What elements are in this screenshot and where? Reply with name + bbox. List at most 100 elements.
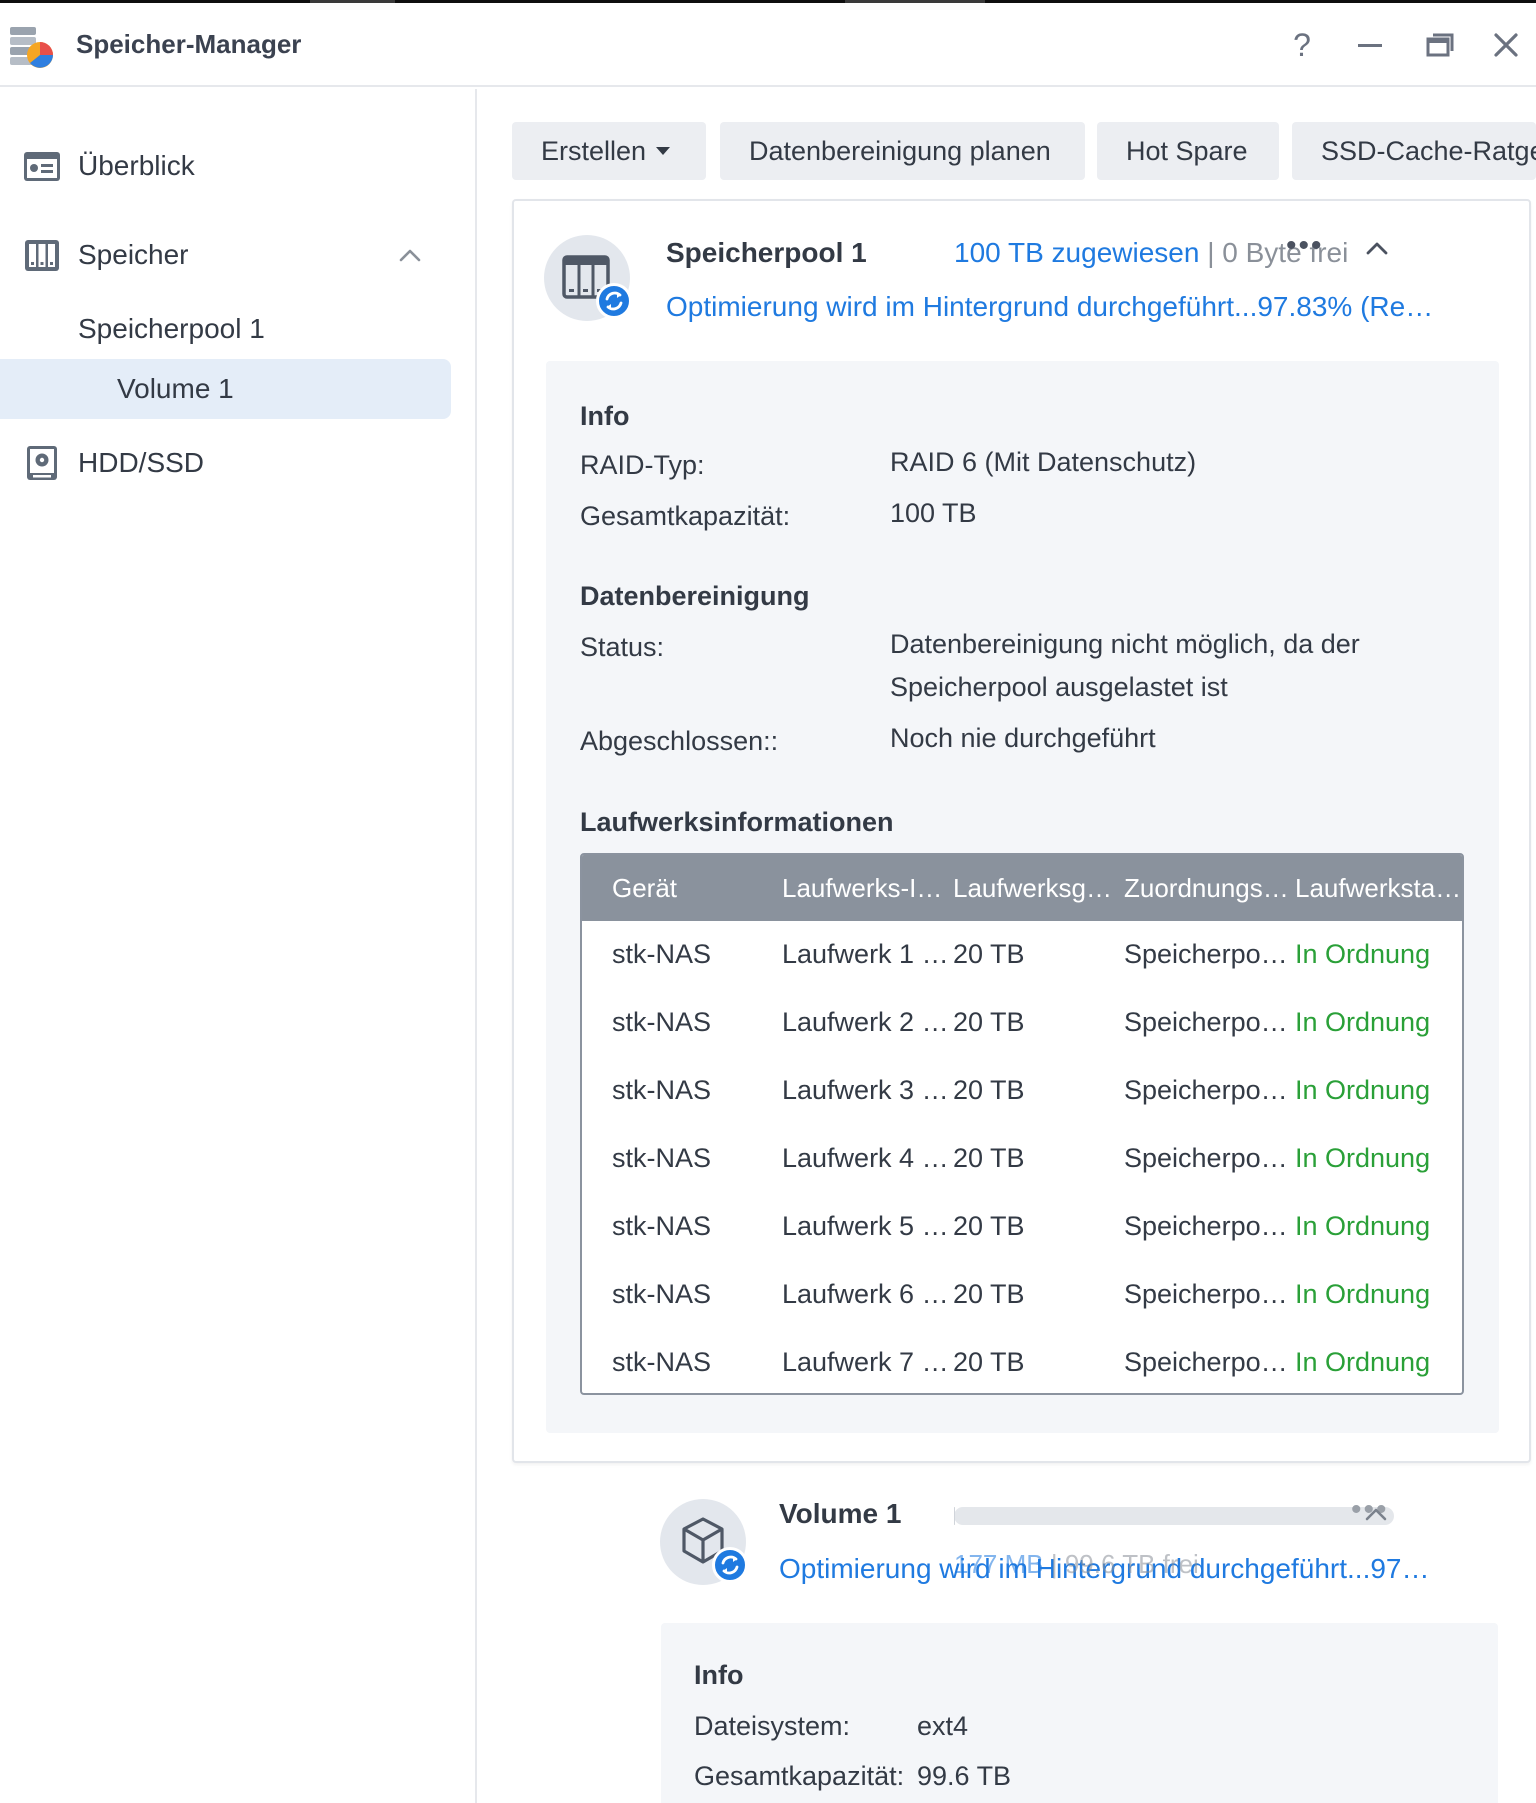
free-text: 99.6 TB frei — [1064, 1549, 1199, 1579]
more-options-icon[interactable]: ••• — [1286, 229, 1324, 263]
drive-size-cell: 20 TB — [953, 1075, 1025, 1105]
column-header[interactable]: Gerät — [612, 873, 677, 904]
title-bar: Speicher-Manager ? — [0, 3, 1536, 87]
drive-id-cell: Laufwerk 4 … — [782, 1143, 949, 1173]
allocation-cell: Speicherpo… — [1124, 1075, 1288, 1105]
restore-button[interactable] — [1420, 25, 1460, 65]
allocation-cell: Speicherpo… — [1124, 1347, 1288, 1377]
volume-usage-bar — [954, 1507, 1394, 1525]
drive-table-header: Gerät Laufwerks-I… Laufwerksg… Zuordnung… — [582, 855, 1462, 921]
chevron-up-icon[interactable] — [1364, 235, 1390, 261]
ssd-cache-advisor-label: SSD-Cache-Ratgeber — [1321, 135, 1536, 166]
total-capacity-value: 100 TB — [890, 498, 977, 528]
hot-spare-label: Hot Spare — [1126, 135, 1248, 166]
column-header[interactable]: Laufwerksta… — [1295, 873, 1461, 904]
sidebar-item-overview[interactable]: Überblick — [0, 136, 451, 196]
storage-pool-details: Info RAID-Typ: RAID 6 (Mit Datenschutz) … — [546, 361, 1499, 1433]
drive-info-heading: Laufwerksinformationen — [580, 807, 894, 837]
create-button-label: Erstellen — [541, 135, 647, 166]
column-header[interactable]: Laufwerks-I… — [782, 873, 942, 904]
drive-status-cell: In Ordnung — [1295, 1279, 1431, 1309]
column-header[interactable]: Laufwerksg… — [953, 873, 1112, 904]
device-cell: stk-NAS — [612, 1347, 712, 1377]
drive-status-cell: In Ordnung — [1295, 1007, 1431, 1037]
drive-id-cell: Laufwerk 7 … — [782, 1347, 949, 1377]
volume-details: Info Dateisystem: ext4 Gesamtkapazität: … — [661, 1623, 1498, 1803]
scrubbing-completed-label: Abgeschlossen:: — [580, 726, 779, 756]
drive-size-cell: 20 TB — [953, 1211, 1025, 1241]
allocation-cell: Speicherpo… — [1124, 1211, 1288, 1241]
ssd-cache-advisor-button[interactable]: SSD-Cache-Ratgeber — [1292, 122, 1536, 180]
device-cell: stk-NAS — [612, 939, 712, 969]
table-row[interactable]: stk-NAS Laufwerk 7 … 20 TB Speicherpo… I… — [582, 1329, 1462, 1393]
allocation-cell: Speicherpo… — [1124, 1007, 1288, 1037]
info-heading: Info — [694, 1660, 744, 1690]
refresh-icon — [605, 291, 623, 311]
info-heading: Info — [580, 401, 630, 431]
table-row[interactable]: stk-NAS Laufwerk 5 … 20 TB Speicherpo… I… — [582, 1193, 1462, 1261]
device-cell: stk-NAS — [612, 1007, 712, 1037]
sync-badge — [712, 1547, 748, 1583]
total-capacity-label: Gesamtkapazität: — [694, 1761, 905, 1791]
sidebar-item-hdd-ssd[interactable]: HDD/SSD — [0, 433, 451, 493]
total-capacity-label: Gesamtkapazität: — [580, 501, 791, 531]
device-cell: stk-NAS — [612, 1143, 712, 1173]
sidebar-item-volume-1[interactable]: Volume 1 — [0, 359, 451, 419]
chevron-up-icon[interactable] — [396, 241, 424, 269]
drive-size-cell: 20 TB — [953, 1143, 1025, 1173]
table-row[interactable]: stk-NAS Laufwerk 4 … 20 TB Speicherpo… I… — [582, 1125, 1462, 1193]
main-content: Erstellen Datenbereinigung planen Hot Sp… — [479, 89, 1536, 1803]
help-button[interactable]: ? — [1282, 25, 1322, 65]
hot-spare-button[interactable]: Hot Spare — [1097, 122, 1279, 180]
table-row[interactable]: stk-NAS Laufwerk 2 … 20 TB Speicherpo… I… — [582, 989, 1462, 1057]
allocation-cell: Speicherpo… — [1124, 1143, 1288, 1173]
storage-pool-avatar — [544, 235, 632, 321]
total-capacity-value: 99.6 TB — [917, 1761, 1012, 1791]
sidebar-item-label: HDD/SSD — [78, 447, 205, 478]
scrubbing-status-value: Datenbereinigung nicht möglich, da der S… — [890, 623, 1360, 709]
sidebar-item-storage-pool-1[interactable]: Speicherpool 1 — [0, 299, 451, 359]
drive-status-cell: In Ordnung — [1295, 1347, 1431, 1377]
scrubbing-heading: Datenbereinigung — [580, 581, 810, 611]
drive-id-cell: Laufwerk 1 … — [782, 939, 949, 969]
scrubbing-status-line: Datenbereinigung nicht möglich, da der — [890, 629, 1360, 659]
device-cell: stk-NAS — [612, 1075, 712, 1105]
drive-size-cell: 20 TB — [953, 1279, 1025, 1309]
drive-id-cell: Laufwerk 5 … — [782, 1211, 949, 1241]
drive-size-cell: 20 TB — [953, 1007, 1025, 1037]
table-row[interactable]: stk-NAS Laufwerk 3 … 20 TB Speicherpo… I… — [582, 1057, 1462, 1125]
sidebar-item-label: Speicher — [78, 239, 189, 270]
drive-id-cell: Laufwerk 3 … — [782, 1075, 949, 1105]
drive-id-cell: Laufwerk 6 … — [782, 1279, 949, 1309]
caret-down-icon — [656, 147, 671, 155]
raid-type-label: RAID-Typ: — [580, 450, 705, 480]
close-button[interactable] — [1486, 25, 1526, 65]
drive-status-cell: In Ordnung — [1295, 1075, 1431, 1105]
schedule-scrubbing-button[interactable]: Datenbereinigung planen — [720, 122, 1085, 180]
storage-pool-card: Speicherpool 1 100 TB zugewiesen | 0 Byt… — [512, 199, 1531, 1463]
storage-icon — [25, 240, 59, 271]
sidebar-item-label: Volume 1 — [117, 373, 234, 404]
volume-usage-fill — [954, 1507, 955, 1525]
storage-pool-title: Speicherpool 1 — [666, 237, 867, 268]
table-row[interactable]: stk-NAS Laufwerk 6 … 20 TB Speicherpo… I… — [582, 1261, 1462, 1329]
restore-icon — [1426, 33, 1454, 57]
volume-avatar — [660, 1499, 748, 1585]
chevron-up-icon[interactable] — [1363, 1501, 1389, 1527]
drive-status-cell: In Ordnung — [1295, 1143, 1431, 1173]
sidebar-item-label: Überblick — [78, 150, 195, 181]
create-button[interactable]: Erstellen — [512, 122, 706, 180]
overview-icon — [24, 152, 60, 181]
table-row[interactable]: stk-NAS Laufwerk 1 … 20 TB Speicherpo… I… — [582, 921, 1462, 989]
allocation-cell: Speicherpo… — [1124, 939, 1288, 969]
scrubbing-completed-value: Noch nie durchgeführt — [890, 723, 1156, 753]
column-header[interactable]: Zuordnungs… — [1124, 873, 1289, 904]
volume-capacity: 177 MB | 99.6 TB frei — [954, 1549, 1199, 1580]
scrubbing-status-label: Status: — [580, 632, 665, 662]
minimize-button[interactable] — [1350, 25, 1390, 65]
drive-size-cell: 20 TB — [953, 1347, 1025, 1377]
sidebar: Überblick Speicher Speicherpool 1 Volume… — [0, 89, 477, 1803]
sidebar-item-storage[interactable]: Speicher — [0, 225, 451, 285]
filesystem-value: ext4 — [917, 1711, 969, 1741]
separator: | — [1207, 237, 1215, 268]
